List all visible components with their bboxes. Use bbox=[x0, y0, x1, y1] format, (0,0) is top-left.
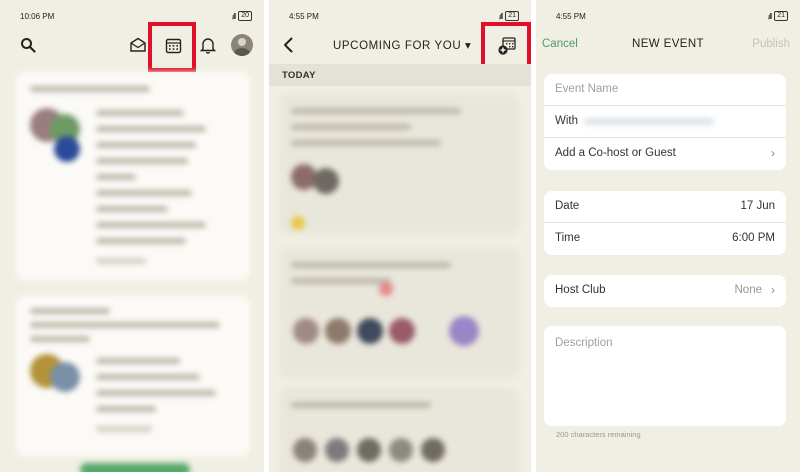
battery-indicator: 21 bbox=[505, 11, 519, 21]
status-time: 4:55 PM bbox=[556, 12, 586, 21]
date-value: 17 Jun bbox=[740, 200, 775, 212]
event-card[interactable] bbox=[279, 388, 519, 472]
publish-button[interactable]: Publish bbox=[752, 38, 790, 50]
description-field[interactable]: Description bbox=[544, 326, 786, 426]
page-title[interactable]: UPCOMING FOR YOU ▾ bbox=[333, 38, 471, 52]
signal-icon: ᵢıll bbox=[768, 11, 772, 21]
section-label: TODAY bbox=[282, 70, 316, 81]
status-time: 4:55 PM bbox=[289, 12, 319, 21]
cohost-label: Add a Co-host or Guest bbox=[555, 147, 676, 159]
battery-indicator: 21 bbox=[774, 11, 788, 21]
feed-card[interactable] bbox=[16, 72, 250, 280]
date-time-group: Date 17 Jun Time 6:00 PM bbox=[544, 191, 786, 255]
event-list bbox=[269, 88, 531, 472]
search-icon[interactable] bbox=[18, 35, 38, 55]
event-details-group: Event Name With Add a Co-host or Guest › bbox=[544, 74, 786, 170]
characters-remaining: 200 characters remaining bbox=[556, 430, 641, 439]
event-card[interactable] bbox=[279, 248, 519, 378]
with-field[interactable]: With bbox=[544, 106, 786, 138]
time-label: Time bbox=[555, 232, 581, 244]
back-icon[interactable] bbox=[279, 35, 297, 55]
with-value-redacted bbox=[584, 118, 714, 125]
description-placeholder: Description bbox=[555, 337, 613, 349]
host-club-label: Host Club bbox=[555, 284, 606, 296]
bell-icon[interactable] bbox=[197, 34, 219, 56]
chevron-right-icon: › bbox=[771, 146, 775, 160]
status-bar: 4:55 PM ᵢıll 21 bbox=[536, 0, 800, 30]
cohost-field[interactable]: Add a Co-host or Guest › bbox=[544, 138, 786, 170]
event-name-placeholder: Event Name bbox=[555, 83, 619, 95]
new-event-panel: 4:55 PM ᵢıll 21 Cancel NEW EVENT Publish … bbox=[536, 0, 800, 472]
event-card[interactable] bbox=[279, 94, 519, 234]
date-label: Date bbox=[555, 200, 580, 212]
battery-indicator: 20 bbox=[238, 11, 252, 21]
feed-card[interactable] bbox=[16, 296, 250, 456]
host-club-field[interactable]: Host Club None › bbox=[544, 275, 786, 307]
with-label: With bbox=[555, 115, 578, 127]
signal-icon: ᵢıll bbox=[499, 11, 503, 21]
host-club-group: Host Club None › bbox=[544, 275, 786, 307]
event-name-field[interactable]: Event Name bbox=[544, 74, 786, 106]
status-time: 10:06 PM bbox=[20, 12, 55, 21]
feed-button[interactable] bbox=[80, 463, 190, 472]
section-header: TODAY bbox=[269, 64, 531, 86]
status-bar: 10:06 PM ᵢıll 20 bbox=[0, 0, 264, 30]
avatar[interactable] bbox=[231, 34, 253, 56]
upcoming-events-panel: 4:55 PM ᵢıll 21 UPCOMING FOR YOU ▾ TODAY bbox=[269, 0, 531, 472]
signal-icon: ᵢıll bbox=[232, 11, 236, 21]
host-club-value: None bbox=[734, 284, 763, 296]
time-field[interactable]: Time 6:00 PM bbox=[544, 223, 786, 255]
envelope-icon[interactable] bbox=[127, 34, 149, 56]
home-screen-panel: 10:06 PM ᵢıll 20 bbox=[0, 0, 264, 472]
calendar-highlight-box bbox=[148, 22, 196, 72]
new-event-header: Cancel NEW EVENT Publish bbox=[536, 30, 800, 62]
chevron-right-icon: › bbox=[771, 283, 775, 297]
time-value: 6:00 PM bbox=[732, 232, 775, 244]
date-field[interactable]: Date 17 Jun bbox=[544, 191, 786, 223]
